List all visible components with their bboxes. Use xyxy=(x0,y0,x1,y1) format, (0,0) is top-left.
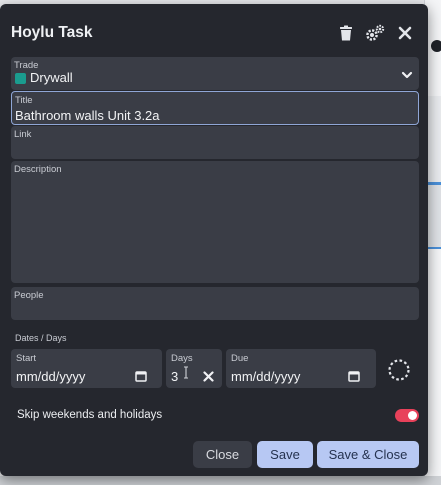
save-close-button[interactable]: Save & Close xyxy=(317,441,419,468)
close-icon[interactable] xyxy=(396,24,414,42)
close-button[interactable]: Close xyxy=(193,441,252,468)
due-label: Due xyxy=(231,353,249,364)
text-cursor-icon xyxy=(184,366,188,379)
calendar-icon[interactable] xyxy=(135,370,147,382)
description-field[interactable]: Description xyxy=(11,161,419,283)
loading-spinner-icon xyxy=(388,359,410,381)
title-field[interactable]: Title Bathroom walls Unit 3.2a xyxy=(11,91,419,125)
people-field[interactable]: People xyxy=(11,287,419,320)
trash-icon[interactable] xyxy=(337,24,355,42)
days-value[interactable]: 3 xyxy=(171,369,178,384)
calendar-icon[interactable] xyxy=(348,370,360,382)
task-dialog: Hoylu Task Trade Drywall Title Bathroom … xyxy=(0,4,428,476)
dates-section-label: Dates / Days xyxy=(15,333,67,343)
start-date-field[interactable]: Start mm/dd/yyyy xyxy=(11,349,162,388)
skip-weekends-toggle[interactable] xyxy=(395,409,419,422)
link-label: Link xyxy=(14,129,32,140)
due-value[interactable]: mm/dd/yyyy xyxy=(231,369,300,384)
clear-days-icon[interactable] xyxy=(203,371,214,382)
link-field[interactable]: Link xyxy=(11,126,419,159)
due-date-field[interactable]: Due mm/dd/yyyy xyxy=(226,349,376,388)
title-label: Title xyxy=(15,95,33,106)
trade-select[interactable]: Trade Drywall xyxy=(11,57,419,90)
save-button[interactable]: Save xyxy=(257,441,313,468)
gears-icon[interactable] xyxy=(364,24,386,42)
chevron-down-icon xyxy=(401,71,413,79)
start-label: Start xyxy=(16,353,37,364)
description-label: Description xyxy=(14,164,62,175)
people-label: People xyxy=(14,290,44,301)
background-app-footer xyxy=(0,476,441,485)
dialog-title: Hoylu Task xyxy=(11,24,93,41)
background-avatar-icon xyxy=(431,40,441,52)
trade-color-swatch xyxy=(15,73,26,84)
title-value[interactable]: Bathroom walls Unit 3.2a xyxy=(15,108,160,123)
start-value[interactable]: mm/dd/yyyy xyxy=(16,369,85,384)
days-field[interactable]: Days 3 xyxy=(166,349,222,388)
dialog-header: Hoylu Task xyxy=(0,4,428,54)
skip-weekends-label: Skip weekends and holidays xyxy=(17,409,163,421)
trade-value: Drywall xyxy=(30,70,73,85)
days-label: Days xyxy=(171,353,193,364)
toggle-knob xyxy=(408,411,417,420)
